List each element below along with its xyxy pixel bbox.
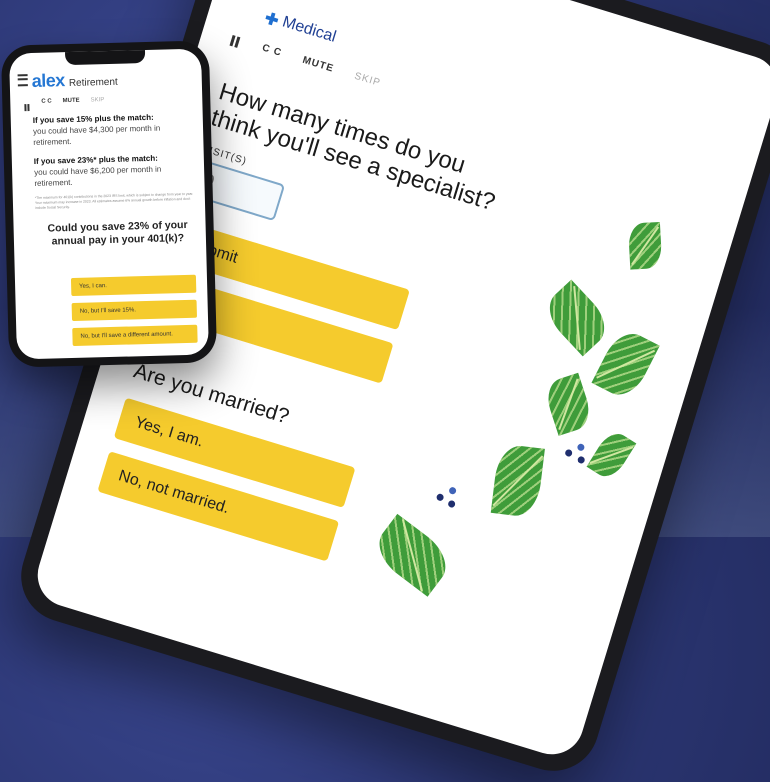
medical-cross-icon: ✚	[262, 10, 281, 31]
alex-logo: alex	[31, 70, 66, 91]
decor-dot	[576, 455, 586, 465]
app-header: alex Retirement	[17, 69, 118, 93]
leaf-icon	[539, 279, 615, 357]
option-yes-button[interactable]: Yes, I can.	[70, 274, 197, 297]
brand-name: Medical	[280, 13, 339, 46]
option-different-amount-button[interactable]: No, but I'll save a different amount.	[72, 324, 198, 346]
phone-screen: alex Retirement C C MUTE SKIP If you sav…	[9, 48, 209, 360]
pause-icon[interactable]	[24, 98, 30, 105]
skip-button[interactable]: SKIP	[91, 97, 105, 103]
savings-question: Could you save 23% of your annual pay in…	[47, 218, 188, 248]
phone-notch	[64, 49, 146, 66]
decor-dot	[448, 486, 457, 496]
leaf-icon	[542, 372, 595, 436]
media-controls: C C MUTE SKIP	[230, 33, 382, 89]
leaf-icon	[368, 513, 457, 597]
phone-device: alex Retirement C C MUTE SKIP If you sav…	[0, 40, 218, 368]
fine-print: *The maximum for 401(k) contributions in…	[34, 191, 194, 210]
mute-button[interactable]: MUTE	[301, 55, 335, 75]
leaf-icon	[490, 443, 545, 519]
decor-dot	[447, 499, 457, 509]
savings-scenarios: If you save 15% plus the match: you coul…	[33, 111, 200, 249]
scenario-2-text: you could have $6,200 per month in retir…	[34, 164, 162, 188]
leaf-icon	[627, 221, 663, 270]
closed-captions-button[interactable]: C C	[261, 42, 284, 58]
leaf-icon	[586, 427, 637, 483]
mute-button[interactable]: MUTE	[63, 97, 80, 103]
option-save-15-button[interactable]: No, but I'll save 15%.	[71, 299, 198, 322]
closed-captions-button[interactable]: C C	[41, 98, 51, 104]
media-controls: C C MUTE SKIP	[24, 96, 104, 105]
menu-icon[interactable]	[17, 74, 28, 87]
skip-button[interactable]: SKIP	[353, 71, 382, 89]
decor-dot	[564, 448, 574, 458]
decor-dot	[435, 492, 445, 502]
pause-icon[interactable]	[230, 33, 243, 46]
decor-dot	[576, 442, 586, 452]
product-name: Retirement	[68, 76, 118, 90]
